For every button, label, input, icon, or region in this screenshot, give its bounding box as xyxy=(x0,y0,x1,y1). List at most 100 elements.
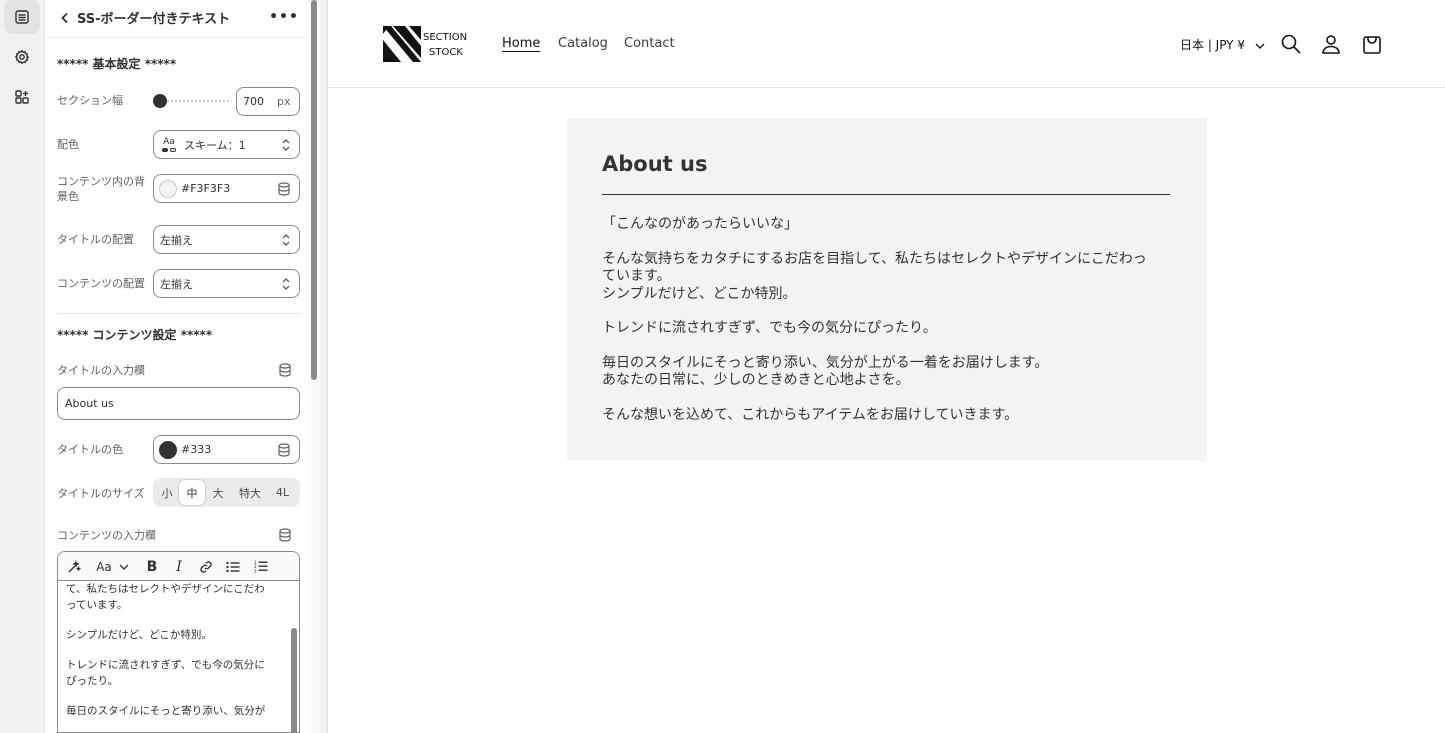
back-button[interactable] xyxy=(55,8,75,28)
panel-scrollbar[interactable] xyxy=(308,0,320,733)
logo-line-1: SECTION xyxy=(423,32,468,43)
title-input-value: About us xyxy=(65,397,114,410)
title-size-label: タイトルのサイズ xyxy=(57,487,145,500)
section-width-label: セクション幅 xyxy=(57,94,123,107)
rte-line: ぴったり。 xyxy=(66,675,119,687)
title-color-picker[interactable]: #333 xyxy=(153,435,300,464)
apps-icon[interactable] xyxy=(4,80,40,114)
rte-content[interactable]: て、私たちはセレクトやデザインにこだわ っています。 シンプルだけど、どこか特別… xyxy=(58,581,290,732)
content-align-select[interactable]: 左揃え xyxy=(153,269,300,298)
store-header: SECTION STOCK Home Catalog Contact 日本 | … xyxy=(328,0,1445,88)
section-width-slider-track[interactable] xyxy=(159,100,229,102)
locale-value: 日本 | JPY ¥ xyxy=(1180,38,1245,52)
basic-settings-heading: ***** 基本設定 ***** xyxy=(57,57,177,71)
card-text-line: トレンドに流されすぎず、でも今の気分にぴったり。 xyxy=(602,320,937,336)
dynamic-source-icon[interactable] xyxy=(277,182,291,196)
title-border-line xyxy=(602,194,1170,195)
ai-generate-icon[interactable] xyxy=(66,558,82,575)
card-text-line: シンプルだけど、どこか特別。 xyxy=(602,285,797,302)
title-size-option-small[interactable]: 小 xyxy=(155,480,179,505)
section-width-unit: px xyxy=(277,95,291,108)
title-align-value: 左揃え xyxy=(160,233,193,247)
logo-line-2: STOCK xyxy=(429,47,463,58)
card-text-line: そんな気持ちをカタチにするお店を目指して、私たちはセレクトやデザインにこだわっ xyxy=(602,250,1147,267)
dynamic-source-icon[interactable] xyxy=(278,363,292,377)
bg-color-swatch[interactable] xyxy=(159,180,177,198)
settings-panel: SS-ボーダー付きテキスト ••• ***** 基本設定 ***** セクション… xyxy=(45,0,320,733)
color-scheme-label: 配色 xyxy=(57,138,79,151)
bg-color-value: #F3F3F3 xyxy=(181,182,231,195)
bg-color-picker[interactable]: #F3F3F3 xyxy=(153,174,300,203)
title-size-segmented-control: 小 中 大 特大 4L xyxy=(153,478,300,507)
card-text-line: そんな想いを込めて、これからもアイテムをお届けしていきます。 xyxy=(602,406,1019,423)
account-icon[interactable] xyxy=(1320,33,1342,55)
logo-text[interactable]: SECTION STOCK xyxy=(423,30,467,60)
content-align-label: コンテンツの配置 xyxy=(57,277,145,290)
nav-contact[interactable]: Contact xyxy=(624,36,675,51)
card-title: About us xyxy=(602,152,708,176)
title-size-option-xlarge[interactable]: 特大 xyxy=(231,480,269,505)
rte-scrollbar[interactable] xyxy=(291,628,297,732)
color-scheme-icon: Aa xyxy=(160,137,178,152)
nav-catalog[interactable]: Catalog xyxy=(558,36,608,51)
title-input[interactable]: About us xyxy=(57,387,300,420)
title-color-swatch[interactable] xyxy=(159,441,177,459)
rte-line xyxy=(66,689,282,703)
select-chevron-icon xyxy=(282,278,290,290)
content-settings-heading: ***** コンテンツ設定 ***** xyxy=(57,328,213,342)
rte-line: 毎日のスタイルにそっと寄り添い、気分が xyxy=(66,705,266,717)
panel-title: SS-ボーダー付きテキスト xyxy=(77,12,231,27)
bold-icon[interactable]: B xyxy=(144,558,160,575)
svg-text:3: 3 xyxy=(254,569,257,574)
sections-icon[interactable] xyxy=(4,0,40,34)
title-color-label: タイトルの色 xyxy=(57,443,123,456)
rte-line xyxy=(66,643,282,657)
title-align-select[interactable]: 左揃え xyxy=(153,225,300,254)
title-align-label: タイトルの配置 xyxy=(57,233,134,246)
card-text-line: 毎日のスタイルにそっと寄り添い、気分が上がる一着をお届けします。 xyxy=(602,354,1049,371)
chevron-left-icon xyxy=(61,12,68,24)
dynamic-source-icon[interactable] xyxy=(277,443,291,457)
panel-header: SS-ボーダー付きテキスト ••• xyxy=(45,0,307,38)
content-input-label: コンテンツの入力欄 xyxy=(57,529,156,542)
bg-color-label: コンテンツ内の背景色 xyxy=(57,175,145,203)
select-chevron-icon xyxy=(282,234,290,246)
select-chevron-icon xyxy=(282,139,290,151)
rte-line xyxy=(66,613,282,627)
font-style-button[interactable]: Aa xyxy=(94,558,114,575)
store-preview: SECTION STOCK Home Catalog Contact 日本 | … xyxy=(327,0,1445,733)
title-size-option-4l[interactable]: 4L xyxy=(269,480,296,505)
rte-line: トレンドに流されすぎず、でも今の気分に xyxy=(66,659,265,671)
search-icon[interactable] xyxy=(1280,33,1302,55)
italic-icon[interactable]: I xyxy=(171,558,187,575)
panel-scroll-thumb[interactable] xyxy=(311,0,317,380)
rte-line: て、私たちはセレクトやデザインにこだわ xyxy=(66,583,265,595)
card-body: 「こんなのがあったらいいな」 そんな気持ちをカタチにするお店を目指して、私たちは… xyxy=(602,216,1172,424)
gear-icon[interactable] xyxy=(4,40,40,74)
bordered-text-section: About us 「こんなのがあったらいいな」 そんな気持ちをカタチにするお店を… xyxy=(567,118,1207,461)
content-rich-text-editor[interactable]: Aa B I 123 て、私たちはセレクトやデザインにこだわ っています。 シン… xyxy=(57,551,300,733)
section-width-input[interactable]: 700 px xyxy=(236,87,300,116)
chevron-down-icon[interactable] xyxy=(118,558,130,575)
numbered-list-icon[interactable]: 123 xyxy=(253,558,269,575)
link-icon[interactable] xyxy=(198,558,214,575)
title-size-option-large[interactable]: 大 xyxy=(205,480,231,505)
bullet-list-icon[interactable] xyxy=(225,558,241,575)
card-text-line: 「こんなのがあったらいいな」 xyxy=(602,216,798,232)
title-color-value: #333 xyxy=(181,443,212,456)
chevron-down-icon xyxy=(1255,43,1265,49)
divider xyxy=(57,313,300,314)
section-width-value: 700 xyxy=(243,95,264,108)
nav-home[interactable]: Home xyxy=(502,36,540,51)
dynamic-source-icon[interactable] xyxy=(278,528,292,542)
title-size-option-medium[interactable]: 中 xyxy=(179,480,205,505)
locale-selector[interactable]: 日本 | JPY ¥ xyxy=(1180,36,1265,53)
card-text-line: ています。 xyxy=(602,268,671,284)
cart-icon[interactable] xyxy=(1361,33,1383,55)
section-width-slider-handle[interactable] xyxy=(153,94,167,108)
more-options-icon[interactable]: ••• xyxy=(269,7,298,27)
color-scheme-select[interactable]: Aa スキーム：1 xyxy=(153,130,300,159)
card-text-line: あなたの日常に、少しのときめきと心地よさを。 xyxy=(602,372,910,388)
rte-line: シンプルだけど、どこか特別。 xyxy=(66,629,212,641)
left-rail xyxy=(0,0,45,733)
